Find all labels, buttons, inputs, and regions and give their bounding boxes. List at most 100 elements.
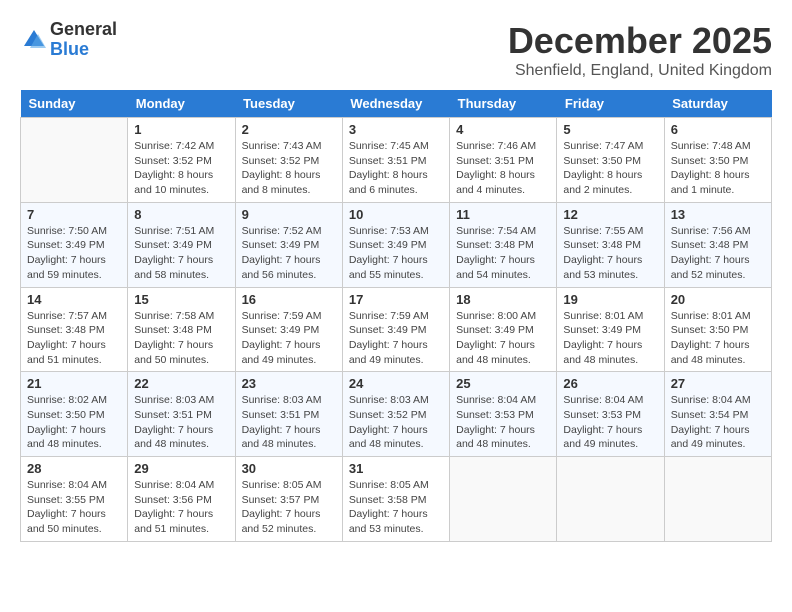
sunset-text: Sunset: 3:51 PM xyxy=(242,408,336,423)
sunset-text: Sunset: 3:50 PM xyxy=(27,408,121,423)
cell-info: Sunrise: 7:54 AM Sunset: 3:48 PM Dayligh… xyxy=(456,224,550,283)
cell-info: Sunrise: 7:48 AM Sunset: 3:50 PM Dayligh… xyxy=(671,139,765,198)
calendar-cell: 7 Sunrise: 7:50 AM Sunset: 3:49 PM Dayli… xyxy=(21,202,128,287)
header-thursday: Thursday xyxy=(450,90,557,118)
sunset-text: Sunset: 3:53 PM xyxy=(456,408,550,423)
calendar-cell: 9 Sunrise: 7:52 AM Sunset: 3:49 PM Dayli… xyxy=(235,202,342,287)
sunset-text: Sunset: 3:51 PM xyxy=(456,154,550,169)
daylight-text: Daylight: 7 hours and 53 minutes. xyxy=(563,253,657,282)
daylight-text: Daylight: 8 hours and 1 minute. xyxy=(671,168,765,197)
sunrise-text: Sunrise: 8:03 AM xyxy=(134,393,228,408)
calendar-cell: 2 Sunrise: 7:43 AM Sunset: 3:52 PM Dayli… xyxy=(235,118,342,203)
header-wednesday: Wednesday xyxy=(342,90,449,118)
cell-info: Sunrise: 7:59 AM Sunset: 3:49 PM Dayligh… xyxy=(349,309,443,368)
date-number: 5 xyxy=(563,122,657,137)
logo-text: General Blue xyxy=(50,20,117,60)
cell-info: Sunrise: 8:04 AM Sunset: 3:55 PM Dayligh… xyxy=(27,478,121,537)
sunrise-text: Sunrise: 8:04 AM xyxy=(456,393,550,408)
sunrise-text: Sunrise: 7:59 AM xyxy=(349,309,443,324)
sunrise-text: Sunrise: 7:57 AM xyxy=(27,309,121,324)
cell-info: Sunrise: 7:55 AM Sunset: 3:48 PM Dayligh… xyxy=(563,224,657,283)
date-number: 9 xyxy=(242,207,336,222)
date-number: 8 xyxy=(134,207,228,222)
calendar-cell: 24 Sunrise: 8:03 AM Sunset: 3:52 PM Dayl… xyxy=(342,372,449,457)
daylight-text: Daylight: 7 hours and 49 minutes. xyxy=(349,338,443,367)
sunset-text: Sunset: 3:48 PM xyxy=(27,323,121,338)
calendar-cell: 21 Sunrise: 8:02 AM Sunset: 3:50 PM Dayl… xyxy=(21,372,128,457)
sunset-text: Sunset: 3:50 PM xyxy=(671,154,765,169)
date-number: 24 xyxy=(349,376,443,391)
daylight-text: Daylight: 7 hours and 54 minutes. xyxy=(456,253,550,282)
daylight-text: Daylight: 7 hours and 52 minutes. xyxy=(671,253,765,282)
calendar-cell: 29 Sunrise: 8:04 AM Sunset: 3:56 PM Dayl… xyxy=(128,457,235,542)
calendar-cell: 14 Sunrise: 7:57 AM Sunset: 3:48 PM Dayl… xyxy=(21,287,128,372)
daylight-text: Daylight: 7 hours and 52 minutes. xyxy=(242,507,336,536)
date-number: 27 xyxy=(671,376,765,391)
date-number: 14 xyxy=(27,292,121,307)
calendar-cell: 23 Sunrise: 8:03 AM Sunset: 3:51 PM Dayl… xyxy=(235,372,342,457)
calendar-cell: 6 Sunrise: 7:48 AM Sunset: 3:50 PM Dayli… xyxy=(664,118,771,203)
cell-info: Sunrise: 8:03 AM Sunset: 3:51 PM Dayligh… xyxy=(134,393,228,452)
sunrise-text: Sunrise: 8:01 AM xyxy=(563,309,657,324)
cell-info: Sunrise: 7:43 AM Sunset: 3:52 PM Dayligh… xyxy=(242,139,336,198)
date-number: 13 xyxy=(671,207,765,222)
sunset-text: Sunset: 3:57 PM xyxy=(242,493,336,508)
sunset-text: Sunset: 3:52 PM xyxy=(134,154,228,169)
date-number: 6 xyxy=(671,122,765,137)
sunset-text: Sunset: 3:48 PM xyxy=(671,238,765,253)
cell-info: Sunrise: 8:01 AM Sunset: 3:49 PM Dayligh… xyxy=(563,309,657,368)
daylight-text: Daylight: 8 hours and 10 minutes. xyxy=(134,168,228,197)
logo: General Blue xyxy=(20,20,117,60)
cell-info: Sunrise: 8:04 AM Sunset: 3:53 PM Dayligh… xyxy=(563,393,657,452)
daylight-text: Daylight: 8 hours and 6 minutes. xyxy=(349,168,443,197)
header-monday: Monday xyxy=(128,90,235,118)
date-number: 7 xyxy=(27,207,121,222)
daylight-text: Daylight: 7 hours and 48 minutes. xyxy=(671,338,765,367)
header-sunday: Sunday xyxy=(21,90,128,118)
date-number: 31 xyxy=(349,461,443,476)
cell-info: Sunrise: 8:02 AM Sunset: 3:50 PM Dayligh… xyxy=(27,393,121,452)
date-number: 30 xyxy=(242,461,336,476)
sunset-text: Sunset: 3:49 PM xyxy=(242,238,336,253)
date-number: 1 xyxy=(134,122,228,137)
sunset-text: Sunset: 3:48 PM xyxy=(456,238,550,253)
calendar-cell: 31 Sunrise: 8:05 AM Sunset: 3:58 PM Dayl… xyxy=(342,457,449,542)
sunrise-text: Sunrise: 8:00 AM xyxy=(456,309,550,324)
daylight-text: Daylight: 7 hours and 48 minutes. xyxy=(134,423,228,452)
sunrise-text: Sunrise: 8:04 AM xyxy=(134,478,228,493)
cell-info: Sunrise: 7:51 AM Sunset: 3:49 PM Dayligh… xyxy=(134,224,228,283)
date-number: 25 xyxy=(456,376,550,391)
calendar-cell: 20 Sunrise: 8:01 AM Sunset: 3:50 PM Dayl… xyxy=(664,287,771,372)
sunrise-text: Sunrise: 7:42 AM xyxy=(134,139,228,154)
page-header: General Blue December 2025 Shenfield, En… xyxy=(20,20,772,80)
date-number: 18 xyxy=(456,292,550,307)
header-friday: Friday xyxy=(557,90,664,118)
daylight-text: Daylight: 7 hours and 48 minutes. xyxy=(27,423,121,452)
sunset-text: Sunset: 3:51 PM xyxy=(134,408,228,423)
sunrise-text: Sunrise: 8:05 AM xyxy=(242,478,336,493)
calendar-cell: 11 Sunrise: 7:54 AM Sunset: 3:48 PM Dayl… xyxy=(450,202,557,287)
date-number: 28 xyxy=(27,461,121,476)
daylight-text: Daylight: 8 hours and 4 minutes. xyxy=(456,168,550,197)
calendar-cell: 30 Sunrise: 8:05 AM Sunset: 3:57 PM Dayl… xyxy=(235,457,342,542)
sunset-text: Sunset: 3:49 PM xyxy=(349,238,443,253)
calendar-cell: 27 Sunrise: 8:04 AM Sunset: 3:54 PM Dayl… xyxy=(664,372,771,457)
sunset-text: Sunset: 3:50 PM xyxy=(563,154,657,169)
date-number: 11 xyxy=(456,207,550,222)
date-number: 10 xyxy=(349,207,443,222)
sunrise-text: Sunrise: 8:03 AM xyxy=(349,393,443,408)
sunset-text: Sunset: 3:49 PM xyxy=(456,323,550,338)
calendar-cell: 19 Sunrise: 8:01 AM Sunset: 3:49 PM Dayl… xyxy=(557,287,664,372)
sunrise-text: Sunrise: 7:51 AM xyxy=(134,224,228,239)
sunset-text: Sunset: 3:52 PM xyxy=(242,154,336,169)
sunset-text: Sunset: 3:49 PM xyxy=(563,323,657,338)
calendar-cell: 22 Sunrise: 8:03 AM Sunset: 3:51 PM Dayl… xyxy=(128,372,235,457)
daylight-text: Daylight: 8 hours and 2 minutes. xyxy=(563,168,657,197)
date-number: 22 xyxy=(134,376,228,391)
date-number: 21 xyxy=(27,376,121,391)
cell-info: Sunrise: 7:53 AM Sunset: 3:49 PM Dayligh… xyxy=(349,224,443,283)
header-row: Sunday Monday Tuesday Wednesday Thursday… xyxy=(21,90,772,118)
cell-info: Sunrise: 7:59 AM Sunset: 3:49 PM Dayligh… xyxy=(242,309,336,368)
calendar-table: Sunday Monday Tuesday Wednesday Thursday… xyxy=(20,90,772,542)
cell-info: Sunrise: 7:46 AM Sunset: 3:51 PM Dayligh… xyxy=(456,139,550,198)
